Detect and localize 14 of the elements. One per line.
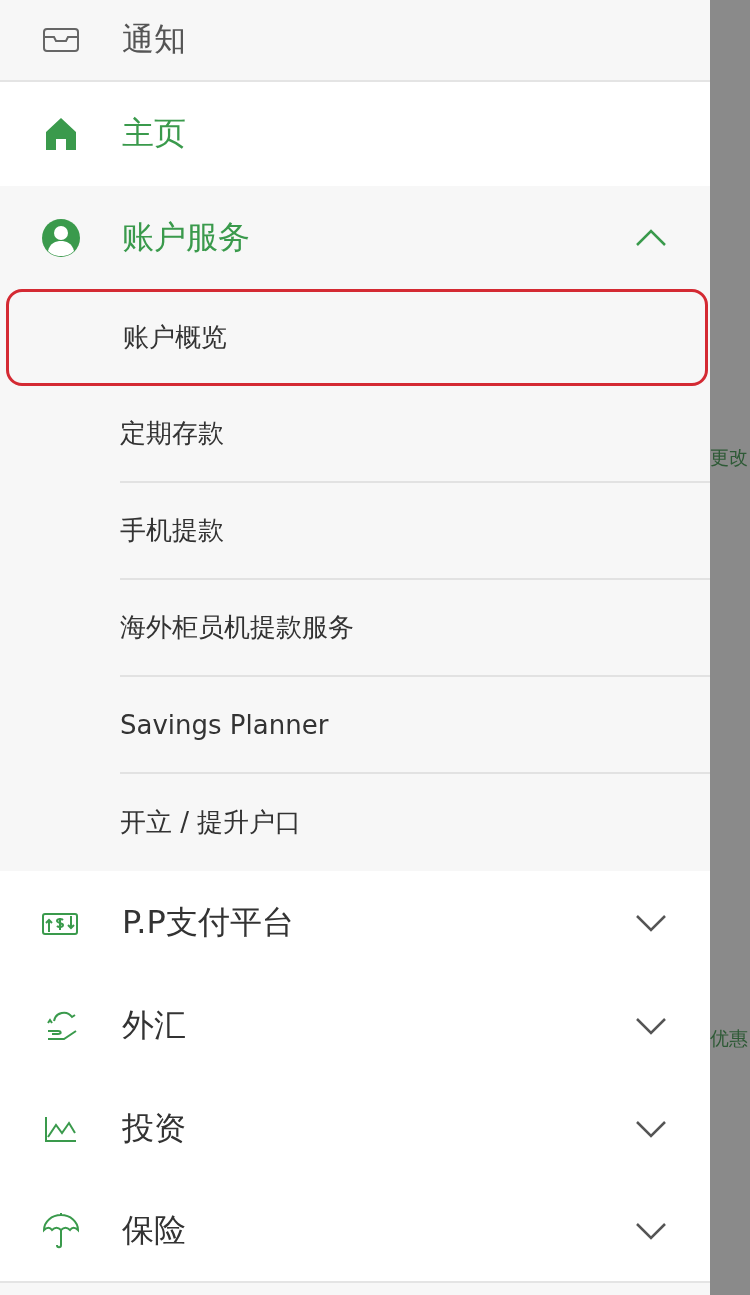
background-text: 更改 [710, 445, 748, 470]
background-text: 优惠 [710, 1026, 748, 1051]
line-chart-icon [44, 1114, 78, 1143]
submenu-item[interactable]: 账户概览 [6, 289, 708, 386]
menu-item[interactable]: 主页 [0, 82, 710, 186]
submenu-item[interactable]: 开立 / 提升户口 [120, 774, 710, 871]
menu-item[interactable]: 保险 [0, 1180, 710, 1283]
umbrella-icon [42, 1211, 80, 1250]
home-icon [45, 117, 77, 151]
user-icon [41, 217, 81, 258]
menu-item[interactable]: 外汇 [0, 974, 710, 1077]
inbox-icon [42, 27, 80, 53]
menu-item[interactable]: 投资 [0, 1077, 710, 1180]
menu-item[interactable]: P.P支付平台 [0, 871, 710, 974]
